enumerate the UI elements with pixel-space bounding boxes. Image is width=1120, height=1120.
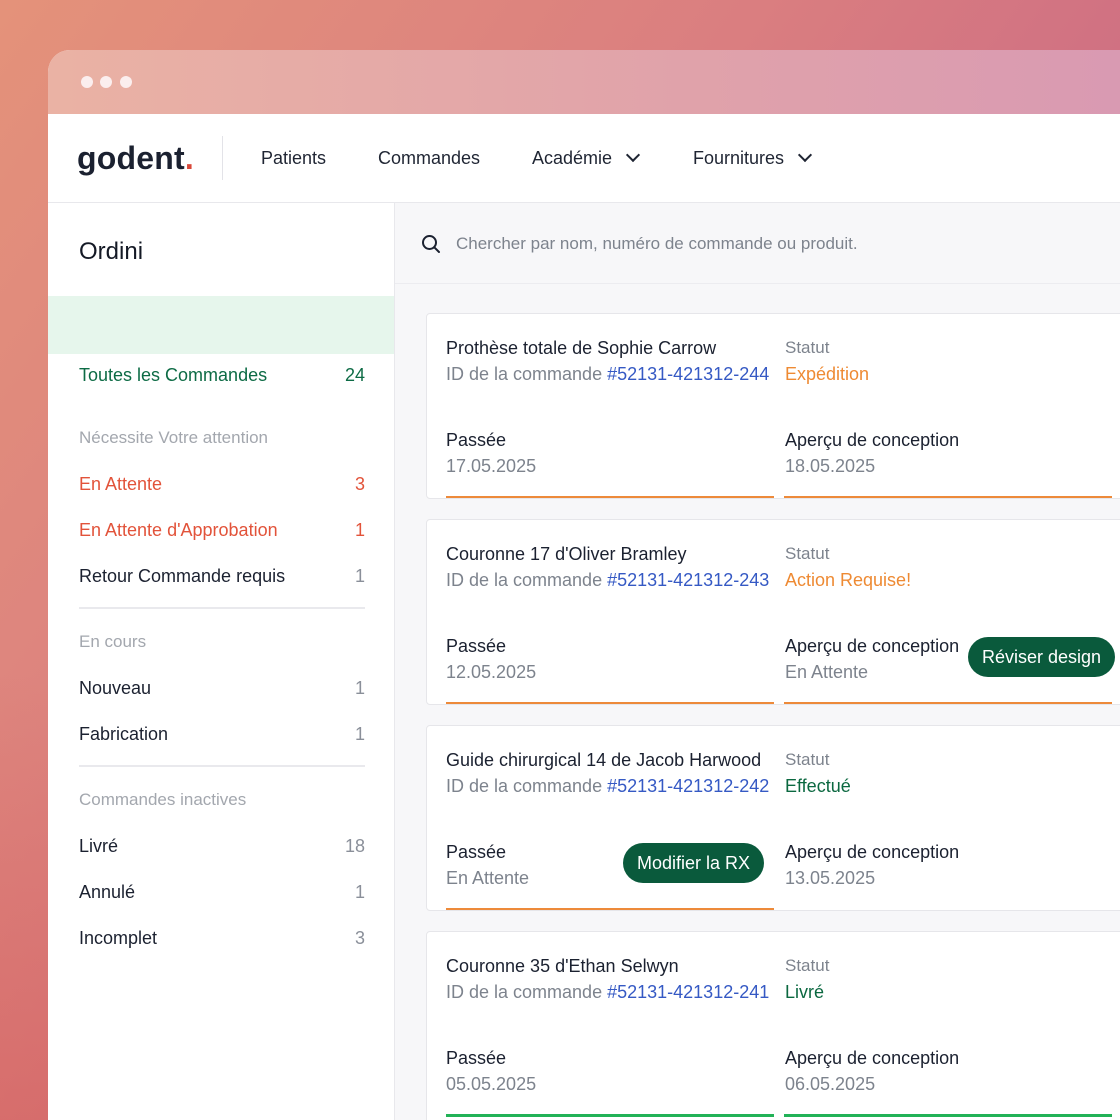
placed-label: Passée <box>446 1048 507 1068</box>
design-label: Aperçu de conception <box>785 842 960 862</box>
window-dot-icon[interactable] <box>120 76 132 88</box>
status-value: Expédition <box>785 364 870 384</box>
count-badge: 1 <box>354 566 365 586</box>
sidebar-divider <box>79 765 365 767</box>
order-title: Couronne 17 d'Oliver Bramley <box>446 544 687 564</box>
status-label: Statut <box>785 956 830 975</box>
progress-bar <box>446 1114 774 1117</box>
design-date: 18.05.2025 <box>785 456 876 476</box>
count-badge: 18 <box>344 836 365 856</box>
count-badge: 1 <box>354 678 365 698</box>
search-icon <box>422 235 440 253</box>
sidebar-item-livre[interactable]: Livré 18 <box>79 834 365 858</box>
status-label: Statut <box>785 750 830 769</box>
status-value: Effectué <box>785 776 851 796</box>
progress-bar <box>446 908 774 910</box>
order-title: Guide chirurgical 14 de Jacob Harwood <box>446 750 762 770</box>
revise-design-button[interactable]: Réviser design <box>968 637 1116 677</box>
status-label: Statut <box>785 544 830 563</box>
placed-date: En Attente <box>446 868 530 888</box>
placed-date: 17.05.2025 <box>446 456 537 476</box>
order-id: ID de la commande #52131-421312-244 <box>446 364 770 384</box>
placed-label: Passée <box>446 636 507 656</box>
order-id-link[interactable]: #52131-421312-241 <box>607 982 769 1002</box>
nav-divider <box>222 136 223 180</box>
placed-label: Passée <box>446 842 507 862</box>
count-badge: 1 <box>354 882 365 902</box>
sidebar-item-incomplet[interactable]: Incomplet 3 <box>79 926 365 950</box>
status-value: Action Requise! <box>785 570 912 590</box>
sidebar-title: Ordini <box>79 238 144 265</box>
progress-bar <box>784 496 1112 498</box>
count-badge: 3 <box>354 928 365 948</box>
top-navigation: godent. Patients Commandes Académie Four… <box>48 114 1120 203</box>
design-label: Aperçu de conception <box>785 1048 960 1068</box>
count-badge: 1 <box>354 520 365 540</box>
order-id-link[interactable]: #52131-421312-244 <box>607 364 769 384</box>
sidebar-item-nouveau[interactable]: Nouveau 1 <box>79 676 365 700</box>
order-card[interactable]: Couronne 35 d'Ethan Selwyn ID de la comm… <box>426 931 1120 1120</box>
design-label: Aperçu de conception <box>785 636 960 656</box>
status-label: Statut <box>785 338 830 357</box>
progress-bar <box>784 1114 1112 1117</box>
sidebar-item-en-attente-approbation[interactable]: En Attente d'Approbation 1 <box>79 518 365 542</box>
placed-label: Passée <box>446 430 507 450</box>
order-id-link[interactable]: #52131-421312-242 <box>607 776 769 796</box>
modify-rx-button[interactable]: Modifier la RX <box>623 843 765 883</box>
chevron-down-icon <box>625 147 641 163</box>
count-badge: 1 <box>354 724 365 744</box>
sidebar-item-en-attente[interactable]: En Attente 3 <box>79 472 365 496</box>
search-input[interactable]: Chercher par nom, numéro de commande ou … <box>456 233 858 255</box>
sidebar-item-active-bg <box>48 296 394 354</box>
sidebar-item-retour-commande[interactable]: Retour Commande requis 1 <box>79 564 365 588</box>
placed-date: 12.05.2025 <box>446 662 537 682</box>
sidebar-item-annule[interactable]: Annulé 1 <box>79 880 365 904</box>
sidebar-item-toutes-les-commandes[interactable]: Toutes les Commandes 24 <box>79 363 365 387</box>
nav-item-commandes[interactable]: Commandes <box>378 146 480 170</box>
design-label: Aperçu de conception <box>785 430 960 450</box>
logo[interactable]: godent. <box>77 138 194 178</box>
sidebar: Ordini Toutes les Commandes 24 Nécessite… <box>48 203 395 1120</box>
progress-bar <box>446 496 774 498</box>
order-id: ID de la commande #52131-421312-243 <box>446 570 770 590</box>
app-window: godent. Patients Commandes Académie Four… <box>48 50 1120 1120</box>
order-card[interactable]: Couronne 17 d'Oliver Bramley ID de la co… <box>426 519 1120 705</box>
count-badge: 24 <box>344 365 365 385</box>
design-date: En Attente <box>785 662 869 682</box>
window-dot-icon[interactable] <box>81 76 93 88</box>
order-id: ID de la commande #52131-421312-241 <box>446 982 770 1002</box>
order-title: Couronne 35 d'Ethan Selwyn <box>446 956 679 976</box>
progress-bar <box>446 702 774 704</box>
order-card[interactable]: Guide chirurgical 14 de Jacob Harwood ID… <box>426 725 1120 911</box>
sidebar-divider <box>79 607 365 609</box>
window-titlebar <box>48 50 1120 114</box>
nav-item-patients[interactable]: Patients <box>261 146 326 170</box>
status-value: Livré <box>785 982 825 1002</box>
design-date: 06.05.2025 <box>785 1074 876 1094</box>
window-dot-icon[interactable] <box>100 76 112 88</box>
progress-bar <box>784 702 1112 704</box>
sidebar-section-heading: Nécessite Votre attention <box>79 428 269 447</box>
order-title: Prothèse totale de Sophie Carrow <box>446 338 717 358</box>
chevron-down-icon <box>797 147 813 163</box>
count-badge: 3 <box>354 474 365 494</box>
sidebar-section-heading: En cours <box>79 632 147 651</box>
nav-item-fournitures[interactable]: Fournitures <box>693 146 813 170</box>
order-id: ID de la commande #52131-421312-242 <box>446 776 770 796</box>
order-id-link[interactable]: #52131-421312-243 <box>607 570 769 590</box>
design-date: 13.05.2025 <box>785 868 876 888</box>
nav-item-academie[interactable]: Académie <box>532 146 641 170</box>
order-card[interactable]: Prothèse totale de Sophie Carrow ID de l… <box>426 313 1120 499</box>
search-bar[interactable]: Chercher par nom, numéro de commande ou … <box>395 203 1120 284</box>
placed-date: 05.05.2025 <box>446 1074 537 1094</box>
sidebar-item-fabrication[interactable]: Fabrication 1 <box>79 722 365 746</box>
sidebar-section-heading: Commandes inactives <box>79 790 247 809</box>
